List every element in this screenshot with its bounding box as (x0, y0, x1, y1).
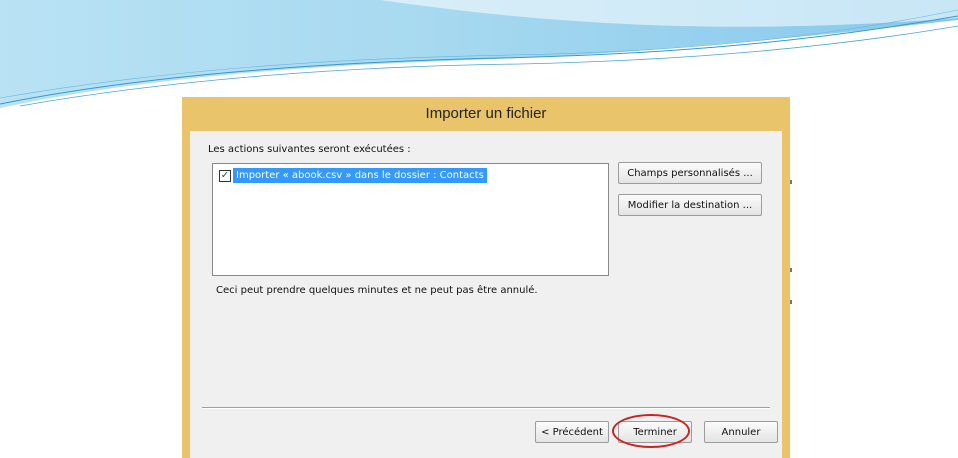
custom-fields-button[interactable]: Champs personnalisés ... (618, 162, 762, 184)
finish-highlight-ring (612, 414, 690, 448)
import-dialog: Importer un fichier Les actions suivante… (182, 97, 790, 458)
edge-tick (790, 180, 792, 184)
dialog-body: Les actions suivantes seront exécutées :… (190, 131, 782, 458)
list-item[interactable]: ✓ Importer « abook.csv » dans le dossier… (219, 168, 487, 183)
actions-label: Les actions suivantes seront exécutées : (208, 144, 411, 155)
edge-tick (790, 268, 792, 272)
change-destination-button[interactable]: Modifier la destination ... (618, 194, 762, 216)
back-button[interactable]: < Précédent (535, 421, 609, 443)
actions-list[interactable]: ✓ Importer « abook.csv » dans le dossier… (212, 163, 609, 276)
action-label[interactable]: Importer « abook.csv » dans le dossier :… (233, 168, 487, 183)
edge-tick (790, 300, 792, 304)
cancel-button[interactable]: Annuler (704, 421, 778, 443)
footer-separator (202, 407, 770, 409)
check-icon: ✓ (220, 169, 230, 181)
cancel-warning-note: Ceci peut prendre quelques minutes et ne… (216, 285, 538, 296)
dialog-title: Importer un fichier (425, 105, 547, 122)
action-checkbox[interactable]: ✓ (219, 169, 231, 182)
